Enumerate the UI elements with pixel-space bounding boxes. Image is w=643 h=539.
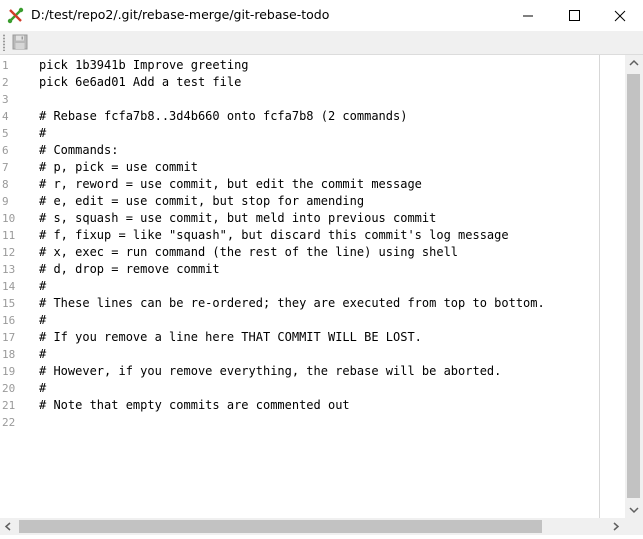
line-text[interactable]: # Rebase fcfa7b8..3d4b660 onto fcfa7b8 (… bbox=[39, 108, 407, 125]
line-number: 11 bbox=[2, 229, 16, 242]
window-title: D:/test/repo2/.git/rebase-merge/git-reba… bbox=[31, 7, 330, 22]
toolbar bbox=[0, 31, 643, 55]
horizontal-scroll-thumb[interactable] bbox=[19, 520, 542, 533]
scrollbar-corner bbox=[625, 518, 643, 535]
text-editor[interactable]: 1 pick 1b3941b Improve greeting 2 pick 6e6a… bbox=[0, 55, 625, 518]
line-number: 13 bbox=[2, 263, 16, 276]
title-bar[interactable]: D:/test/repo2/.git/rebase-merge/git-reba… bbox=[0, 0, 643, 32]
code-line[interactable]: 9 # e, edit = use commit, but stop for am… bbox=[0, 193, 600, 210]
line-number: 2 bbox=[2, 76, 9, 89]
close-icon bbox=[614, 10, 626, 22]
line-number: 19 bbox=[2, 365, 16, 378]
line-text[interactable]: # bbox=[39, 312, 46, 329]
code-line[interactable]: 7 # p, pick = use commit bbox=[0, 159, 600, 176]
code-line[interactable]: 8 # r, reword = use commit, but edit the … bbox=[0, 176, 600, 193]
line-number: 20 bbox=[2, 382, 16, 395]
line-number: 6 bbox=[2, 144, 9, 157]
scroll-left-icon[interactable] bbox=[0, 518, 17, 535]
save-button[interactable] bbox=[12, 34, 28, 50]
line-text[interactable]: # However, if you remove everything, the… bbox=[39, 363, 501, 380]
line-number: 14 bbox=[2, 280, 16, 293]
line-text[interactable]: # e, edit = use commit, but stop for ame… bbox=[39, 193, 364, 210]
line-number: 17 bbox=[2, 331, 16, 344]
code-line[interactable]: 16 # bbox=[0, 312, 600, 329]
line-text[interactable]: # x, exec = run command (the rest of the… bbox=[39, 244, 458, 261]
code-line[interactable]: 6 # Commands: bbox=[0, 142, 600, 159]
line-number: 18 bbox=[2, 348, 16, 361]
code-line[interactable]: 1 pick 1b3941b Improve greeting bbox=[0, 57, 600, 74]
scroll-down-icon[interactable] bbox=[625, 501, 643, 518]
vertical-scroll-thumb[interactable] bbox=[627, 74, 640, 498]
line-text[interactable]: # d, drop = remove commit bbox=[39, 261, 220, 278]
toolbar-grip[interactable] bbox=[3, 34, 5, 51]
code-line[interactable]: 11 # f, fixup = like "squash", but discar… bbox=[0, 227, 600, 244]
line-number: 4 bbox=[2, 110, 9, 123]
line-text[interactable]: # Commands: bbox=[39, 142, 118, 159]
save-icon bbox=[12, 34, 28, 50]
code-line[interactable]: 14 # bbox=[0, 278, 600, 295]
code-line[interactable]: 2 pick 6e6ad01 Add a test file bbox=[0, 74, 600, 91]
editor-window: D:/test/repo2/.git/rebase-merge/git-reba… bbox=[0, 0, 643, 535]
horizontal-scrollbar[interactable] bbox=[0, 518, 625, 535]
maximize-button[interactable] bbox=[551, 0, 597, 31]
line-text[interactable]: # bbox=[39, 125, 46, 142]
code-line[interactable]: 21 # Note that empty commits are commente… bbox=[0, 397, 600, 414]
line-number: 1 bbox=[2, 59, 9, 72]
line-text[interactable]: # p, pick = use commit bbox=[39, 159, 198, 176]
git-app-icon bbox=[7, 7, 24, 24]
line-text[interactable]: # bbox=[39, 346, 46, 363]
minimize-icon bbox=[523, 15, 533, 17]
line-number: 8 bbox=[2, 178, 9, 191]
line-text[interactable]: pick 1b3941b Improve greeting bbox=[39, 57, 249, 74]
line-text[interactable]: # If you remove a line here THAT COMMIT … bbox=[39, 329, 422, 346]
code-line[interactable]: 12 # x, exec = run command (the rest of t… bbox=[0, 244, 600, 261]
code-line[interactable]: 22 bbox=[0, 414, 600, 431]
close-button[interactable] bbox=[597, 0, 643, 31]
line-number: 22 bbox=[2, 416, 16, 429]
line-number: 15 bbox=[2, 297, 16, 310]
code-line[interactable]: 17 # If you remove a line here THAT COMMI… bbox=[0, 329, 600, 346]
line-text[interactable]: # r, reword = use commit, but edit the c… bbox=[39, 176, 422, 193]
vertical-scrollbar[interactable] bbox=[625, 55, 643, 518]
line-text[interactable]: # bbox=[39, 278, 46, 295]
line-number: 9 bbox=[2, 195, 9, 208]
code-line[interactable]: 20 # bbox=[0, 380, 600, 397]
code-line[interactable]: 4 # Rebase fcfa7b8..3d4b660 onto fcfa7b8 … bbox=[0, 108, 600, 125]
scroll-up-icon[interactable] bbox=[625, 55, 643, 72]
code-line[interactable]: 18 # bbox=[0, 346, 600, 363]
line-number: 12 bbox=[2, 246, 16, 259]
line-number: 10 bbox=[2, 212, 16, 225]
minimize-button[interactable] bbox=[505, 0, 551, 31]
code-line[interactable]: 15 # These lines can be re-ordered; they … bbox=[0, 295, 600, 312]
line-text[interactable]: # bbox=[39, 380, 46, 397]
line-text[interactable]: # Note that empty commits are commented … bbox=[39, 397, 350, 414]
scroll-right-icon[interactable] bbox=[607, 518, 624, 535]
line-text[interactable]: pick 6e6ad01 Add a test file bbox=[39, 74, 241, 91]
code-line[interactable]: 5 # bbox=[0, 125, 600, 142]
line-text[interactable]: # s, squash = use commit, but meld into … bbox=[39, 210, 436, 227]
line-number: 3 bbox=[2, 93, 9, 106]
line-text[interactable]: # These lines can be re-ordered; they ar… bbox=[39, 295, 545, 312]
line-number: 7 bbox=[2, 161, 9, 174]
line-number: 5 bbox=[2, 127, 9, 140]
line-number: 16 bbox=[2, 314, 16, 327]
code-line[interactable]: 10 # s, squash = use commit, but meld int… bbox=[0, 210, 600, 227]
code-line[interactable]: 3 bbox=[0, 91, 600, 108]
maximize-icon bbox=[569, 10, 580, 21]
line-number: 21 bbox=[2, 399, 16, 412]
code-line[interactable]: 19 # However, if you remove everything, t… bbox=[0, 363, 600, 380]
line-text[interactable]: # f, fixup = like "squash", but discard … bbox=[39, 227, 509, 244]
code-line[interactable]: 13 # d, drop = remove commit bbox=[0, 261, 600, 278]
